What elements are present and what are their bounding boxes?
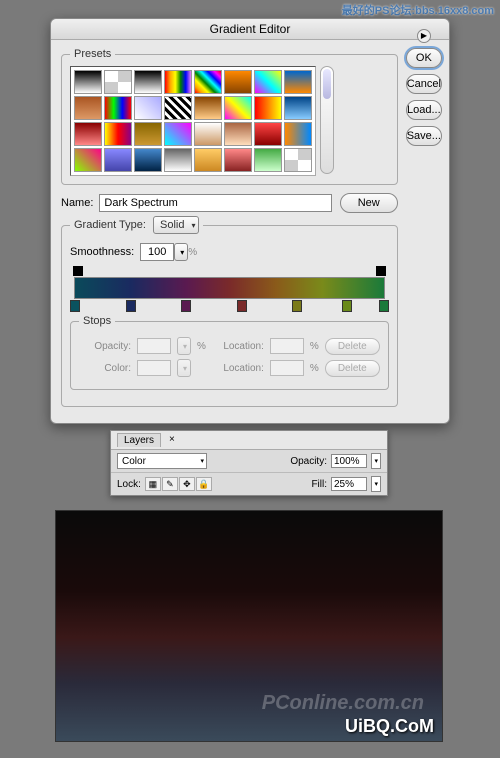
preset-swatch[interactable] (194, 122, 222, 146)
preset-swatch[interactable] (194, 70, 222, 94)
preset-swatch[interactable] (164, 122, 192, 146)
new-button[interactable]: New (340, 193, 398, 213)
preset-swatch[interactable] (134, 96, 162, 120)
stops-color-label: Color: (79, 363, 131, 374)
opacity-stop-right[interactable] (376, 266, 386, 276)
preset-swatch[interactable] (104, 96, 132, 120)
fill-dropdown[interactable] (371, 476, 381, 492)
color-stop[interactable] (181, 300, 191, 312)
fill-input[interactable] (331, 477, 367, 491)
fill-label: Fill: (311, 479, 327, 490)
smoothness-input[interactable] (140, 243, 174, 261)
lock-pixels-icon[interactable]: ✎ (162, 477, 178, 491)
preset-swatch[interactable] (74, 122, 102, 146)
color-stop[interactable] (126, 300, 136, 312)
watermark-pconline: PConline.com.cn (262, 692, 424, 715)
percent-label: % (188, 247, 197, 258)
dialog-title: Gradient Editor (51, 19, 449, 40)
gradient-preview-image: PConline.com.cn UiBQ.CoM (55, 510, 443, 742)
preset-swatch[interactable] (254, 148, 282, 172)
name-label: Name: (61, 197, 93, 209)
preset-swatch[interactable] (164, 70, 192, 94)
presets-scrollbar[interactable] (320, 66, 334, 174)
stops-color-swatch (137, 360, 171, 376)
preset-swatch[interactable] (134, 148, 162, 172)
preset-swatch[interactable] (74, 70, 102, 94)
stops-legend: Stops (79, 315, 115, 327)
preset-swatch[interactable] (224, 122, 252, 146)
gradient-bar[interactable] (74, 277, 385, 299)
preset-swatch[interactable] (104, 70, 132, 94)
preset-swatch[interactable] (284, 122, 312, 146)
stops-delete-button-1: Delete (325, 338, 380, 355)
smoothness-dropdown-icon[interactable] (174, 243, 188, 261)
layers-panel: Layers× Color Opacity: Lock: ▦ ✎ ✥ 🔒 Fil… (110, 430, 388, 496)
color-stop[interactable] (379, 300, 389, 312)
blend-mode-select[interactable]: Color (117, 453, 207, 469)
gradient-type-select[interactable]: Solid (153, 216, 199, 234)
preset-swatch[interactable] (254, 96, 282, 120)
preset-swatch[interactable] (194, 148, 222, 172)
gradient-type-fieldset: Gradient Type: Solid Smoothness: % Stops (61, 216, 398, 407)
layers-opacity-label: Opacity: (290, 456, 327, 467)
preset-swatch[interactable] (74, 96, 102, 120)
stops-delete-button-2: Delete (325, 360, 380, 377)
lock-label: Lock: (117, 479, 141, 490)
lock-all-icon[interactable]: 🔒 (196, 477, 212, 491)
layers-opacity-input[interactable] (331, 454, 367, 468)
cancel-button[interactable]: Cancel (406, 74, 442, 94)
preset-swatch[interactable] (74, 148, 102, 172)
color-stop[interactable] (292, 300, 302, 312)
preset-swatch[interactable] (284, 96, 312, 120)
preset-swatch[interactable] (104, 148, 132, 172)
watermark-top: 最好的PS论坛:bbs.16xx8.com (342, 2, 494, 18)
preset-swatch[interactable] (194, 96, 222, 120)
preset-swatch[interactable] (284, 148, 312, 172)
color-stop[interactable] (237, 300, 247, 312)
stops-location-label-2: Location: (212, 363, 264, 374)
color-stop[interactable] (70, 300, 80, 312)
presets-flyout-icon[interactable]: ▶ (417, 29, 431, 43)
gradient-editor-dialog: Gradient Editor ▶ Presets Name: New Grad… (50, 18, 450, 424)
preset-swatch[interactable] (254, 70, 282, 94)
preset-swatch[interactable] (224, 96, 252, 120)
opacity-stop-left[interactable] (73, 266, 83, 276)
smoothness-label: Smoothness: (70, 246, 134, 258)
preset-swatch[interactable] (134, 70, 162, 94)
presets-fieldset: Presets (61, 48, 398, 185)
stops-color-dropdown (177, 359, 191, 377)
stops-opacity-input (137, 338, 171, 354)
layers-tab[interactable]: Layers× (111, 431, 387, 450)
gradient-type-legend: Gradient Type: Solid (70, 216, 203, 234)
preset-swatch[interactable] (164, 96, 192, 120)
preset-swatch[interactable] (164, 148, 192, 172)
lock-position-icon[interactable]: ✥ (179, 477, 195, 491)
presets-legend: Presets (70, 48, 115, 60)
lock-transparency-icon[interactable]: ▦ (145, 477, 161, 491)
ok-button[interactable]: OK (406, 48, 442, 68)
preset-swatch[interactable] (224, 148, 252, 172)
watermark-uibq: UiBQ.CoM (345, 716, 434, 737)
layers-opacity-dropdown[interactable] (371, 453, 381, 469)
preset-swatch[interactable] (104, 122, 132, 146)
preset-swatch[interactable] (284, 70, 312, 94)
stops-location-input-2 (270, 360, 304, 376)
presets-grid[interactable] (70, 66, 316, 176)
stops-location-input-1 (270, 338, 304, 354)
stops-location-label-1: Location: (212, 341, 264, 352)
stops-fieldset: Stops Opacity: % Location: % Delete Colo… (70, 315, 389, 390)
color-stop[interactable] (342, 300, 352, 312)
preset-swatch[interactable] (224, 70, 252, 94)
preset-swatch[interactable] (254, 122, 282, 146)
stops-opacity-label: Opacity: (79, 341, 131, 352)
name-input[interactable] (99, 194, 331, 212)
stops-opacity-dropdown (177, 337, 191, 355)
load-button[interactable]: Load... (406, 100, 442, 120)
preset-swatch[interactable] (134, 122, 162, 146)
save-button[interactable]: Save... (406, 126, 442, 146)
